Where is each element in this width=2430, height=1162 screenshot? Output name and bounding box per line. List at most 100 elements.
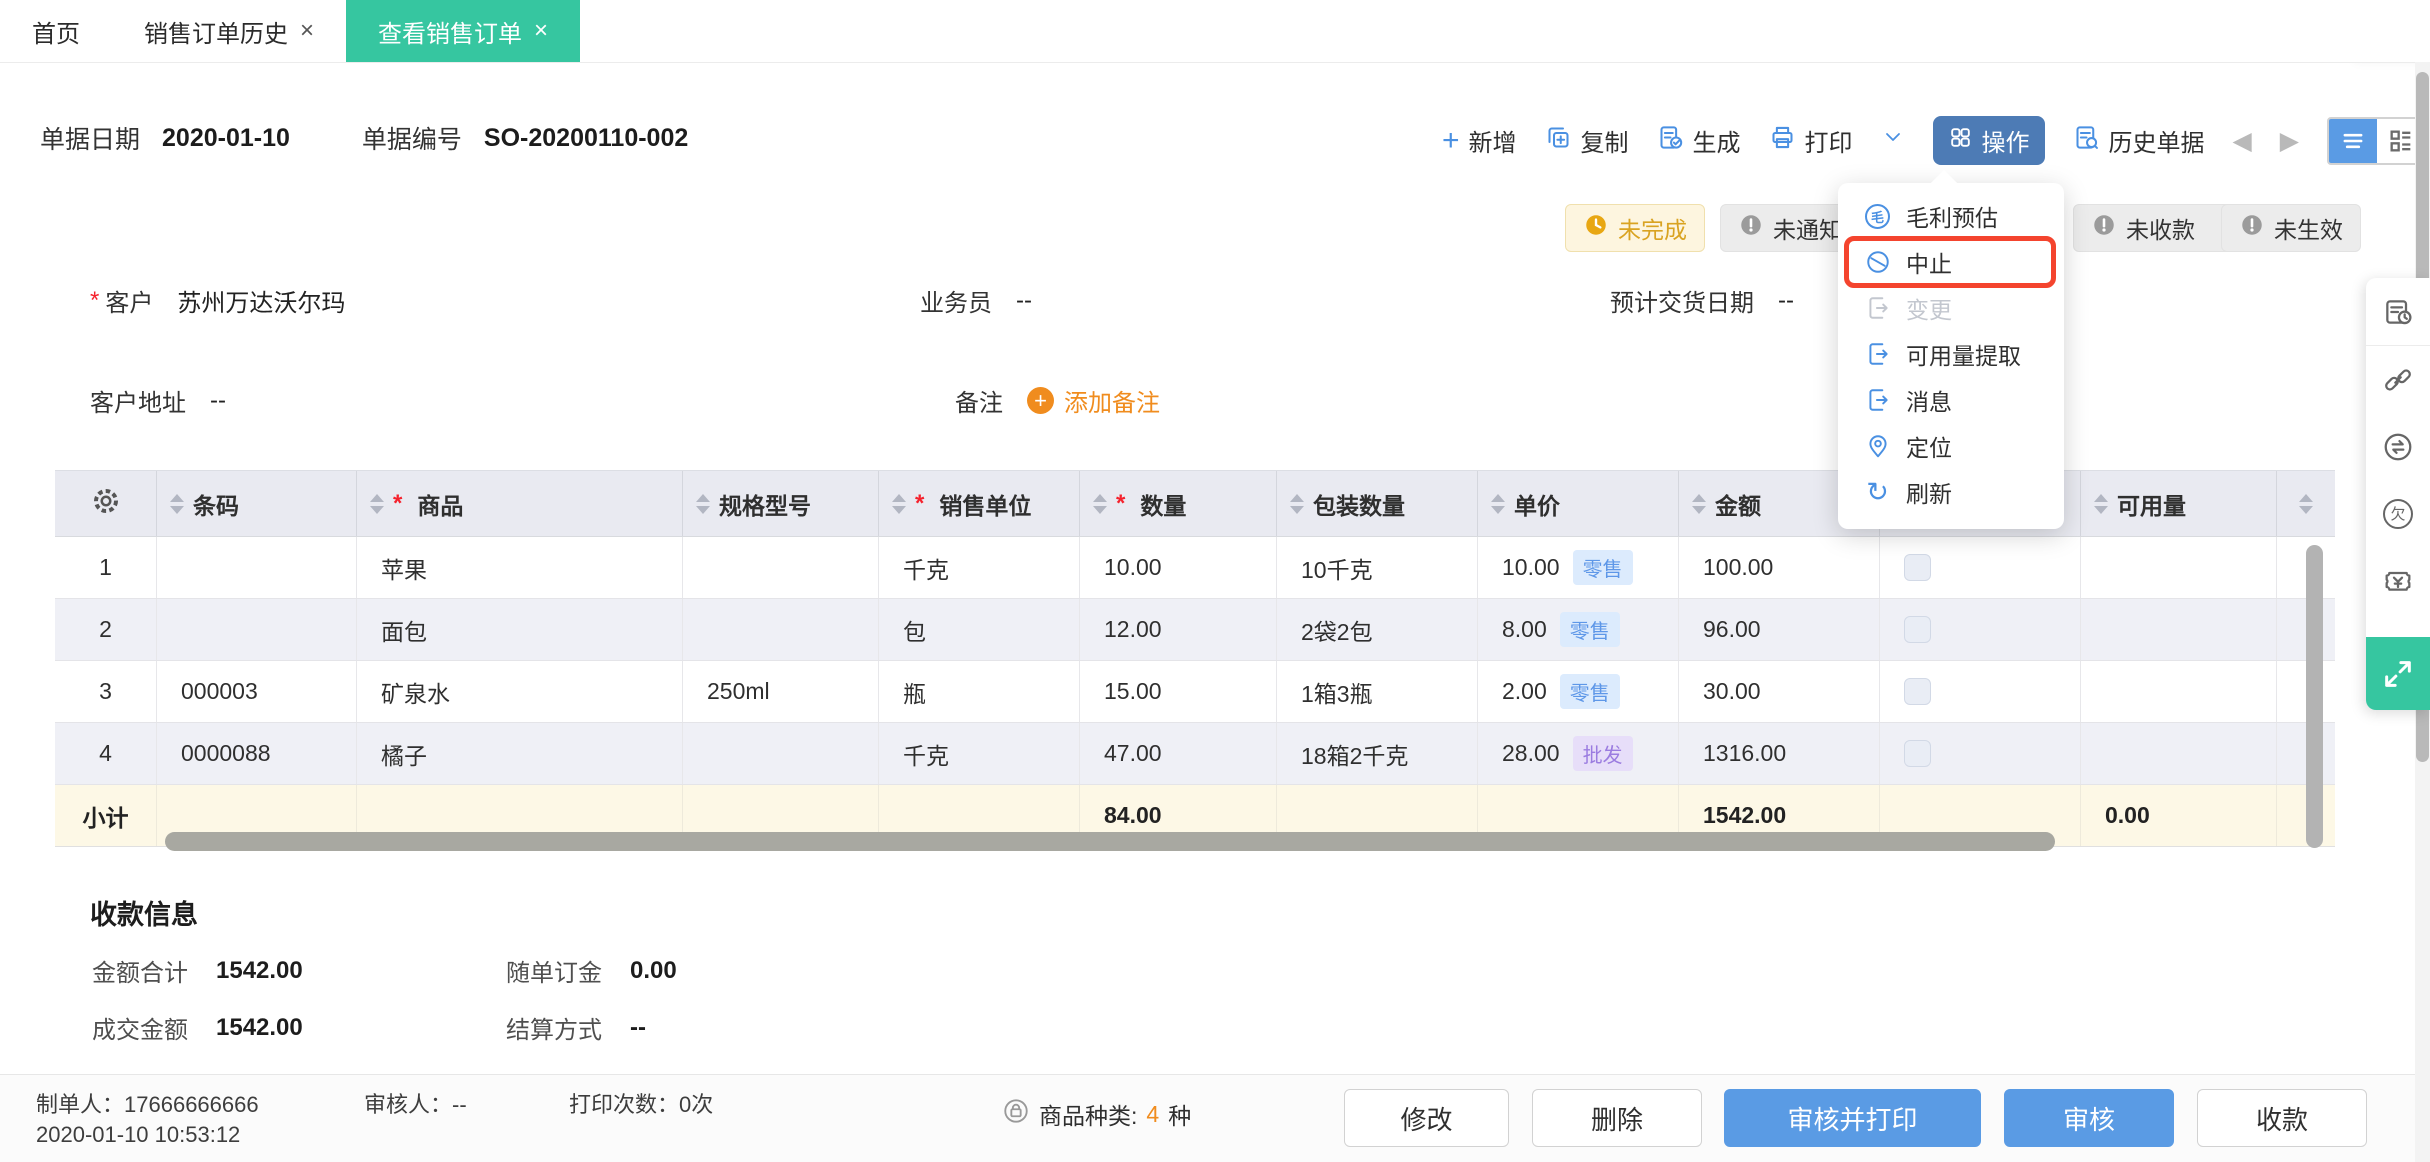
menu-item-profit-estimate[interactable]: 毛 毛利预估 [1838,193,2064,239]
close-icon[interactable]: × [534,17,548,45]
column-settings-header[interactable] [55,471,157,536]
generate-button[interactable]: 生成 [1657,123,1741,158]
tab-view-sales-order[interactable]: 查看销售订单 × [346,0,581,62]
header-sales-unit[interactable]: * 销售单位 [879,471,1080,536]
salesman-field: 业务员 -- [920,283,1032,318]
cell-barcode: 0000088 [157,723,357,784]
action-button[interactable]: 操作 [1932,116,2045,165]
sort-icon[interactable] [696,493,710,514]
coupon-icon[interactable] [2366,547,2430,614]
customer-value[interactable]: 苏州万达沃尔玛 [177,283,345,318]
header-label: 金额 [1715,492,1761,519]
price-type-tag[interactable]: 批发 [1572,736,1633,771]
menu-item-label: 变更 [1906,297,1952,323]
next-record-icon[interactable]: ▶ [2280,126,2299,156]
cell-unit: 瓶 [879,661,1080,722]
cell-row-number: 3 [55,661,157,722]
category-unit: 种 [1168,1103,1192,1129]
sort-icon[interactable] [1093,493,1107,514]
copy-button-label: 复制 [1580,130,1629,157]
table-row[interactable]: 1 苹果 千克 10.00 10千克 10.00 零售 100.00 [55,537,2335,599]
tab-home[interactable]: 首页 [0,0,112,62]
horizontal-scrollbar[interactable] [165,832,2055,851]
edit-button[interactable]: 修改 [1344,1089,1509,1147]
sort-icon[interactable] [1491,493,1505,514]
audit-button[interactable]: 审核 [2004,1089,2174,1147]
doc-date-value: 2020-01-10 [162,123,290,152]
cell-available [2081,537,2277,598]
header-available[interactable]: 可用量 [2081,471,2277,536]
price-type-tag[interactable]: 零售 [1572,550,1633,585]
history-docs-label: 历史单据 [2108,130,2205,157]
cell-unit-price: 10.00 零售 [1478,537,1679,598]
add-button[interactable]: + 新增 [1442,123,1517,158]
generate-button-label: 生成 [1692,130,1741,157]
delete-button[interactable]: 删除 [1532,1089,1702,1147]
row-checkbox[interactable] [1904,740,1931,767]
customer-address-value[interactable]: -- [210,387,226,415]
price-type-tag[interactable]: 零售 [1559,674,1620,709]
price-type-tag[interactable]: 零售 [1559,612,1620,647]
expected-delivery-value[interactable]: -- [1778,287,1794,315]
table-row[interactable]: 4 0000088 橘子 千克 47.00 18箱2千克 28.00 批发 13… [55,723,2335,785]
cell-unit-price: 28.00 批发 [1478,723,1679,784]
status-badge-ineffective: 未生效 [2221,204,2361,252]
print-button[interactable]: 打印 [1769,123,1853,158]
table-row[interactable]: 3 000003 矿泉水 250ml 瓶 15.00 1箱3瓶 2.00 零售 … [55,661,2335,723]
sort-icon[interactable] [1290,493,1304,514]
doc-log-icon[interactable] [2366,278,2430,346]
gear-icon[interactable] [91,486,121,522]
cell-checkbox [1880,661,2081,722]
prev-record-icon[interactable]: ◀ [2233,126,2252,156]
copy-button[interactable]: 复制 [1545,123,1629,158]
header-barcode[interactable]: 条码 [157,471,357,536]
header-unit-price[interactable]: 单价 [1478,471,1679,536]
header-quantity[interactable]: * 数量 [1080,471,1277,536]
receive-payment-button[interactable]: 收款 [2197,1089,2367,1147]
menu-item-locate[interactable]: 定位 [1838,423,2064,469]
cell-pack-quantity: 1箱3瓶 [1277,661,1478,722]
header-spec[interactable]: 规格型号 [683,471,879,536]
cell-barcode [157,599,357,660]
link-icon[interactable] [2366,346,2430,413]
audit-and-print-button[interactable]: 审核并打印 [1724,1089,1981,1147]
add-remark-button[interactable]: + 添加备注 [1027,383,1160,418]
table-row[interactable]: 2 面包 包 12.00 2袋2包 8.00 零售 96.00 [55,599,2335,661]
header-partial-column[interactable] [2277,471,2335,536]
menu-item-abort[interactable]: 中止 [1838,236,2064,288]
sort-icon[interactable] [170,493,184,514]
sort-icon[interactable] [370,493,384,514]
print-dropdown-chevron-icon[interactable] [1881,125,1905,156]
debt-icon[interactable]: 欠 [2366,480,2430,547]
salesman-value[interactable]: -- [1016,287,1032,315]
row-checkbox[interactable] [1904,678,1931,705]
sort-icon[interactable] [2094,493,2108,514]
menu-item-message[interactable]: 消息 [1838,377,2064,423]
customer-address-label: 客户地址 [90,390,186,417]
row-checkbox[interactable] [1904,616,1931,643]
header-label: 可用量 [2117,492,2186,519]
header-label: 规格型号 [719,492,811,519]
row-checkbox[interactable] [1904,554,1931,581]
expand-icon[interactable] [2366,637,2430,710]
close-icon[interactable]: × [300,17,314,45]
menu-item-refresh[interactable]: ↻ 刷新 [1838,469,2064,515]
list-view-toggle-icon[interactable] [2329,118,2377,163]
header-product[interactable]: * 商品 [357,471,683,536]
sort-icon[interactable] [892,493,906,514]
menu-item-available-extract[interactable]: 可用量提取 [1838,331,2064,377]
sort-icon[interactable] [1692,493,1706,514]
sort-icon[interactable] [2299,493,2313,514]
menu-item-label: 刷新 [1906,481,1952,507]
required-mark: * [393,489,403,517]
bag-icon [1002,1097,1030,1131]
tab-sales-order-history[interactable]: 销售订单历史 × [112,0,346,62]
history-docs-button[interactable]: 历史单据 [2073,123,2205,158]
cell-barcode [157,537,357,598]
table-vertical-scrollbar[interactable] [2306,545,2323,848]
doc-arrow-icon [1864,295,1891,322]
header-pack-quantity[interactable]: 包装数量 [1277,471,1478,536]
exchange-icon[interactable] [2366,413,2430,480]
cell-unit: 千克 [879,723,1080,784]
required-mark: * [915,489,925,517]
